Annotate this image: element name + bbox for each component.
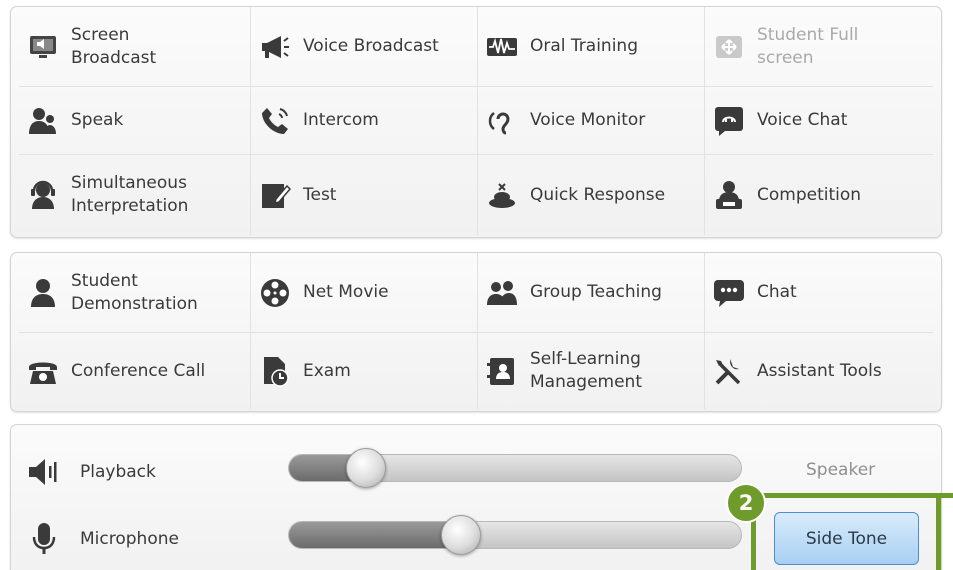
- screen-broadcast-button[interactable]: Screen Broadcast: [19, 7, 251, 87]
- voice-broadcast-button[interactable]: Voice Broadcast: [251, 7, 478, 87]
- group-teaching-label: Group Teaching: [530, 282, 662, 302]
- film-reel-icon: [257, 275, 293, 311]
- playback-slider-thumb[interactable]: [345, 448, 386, 488]
- exam-label: Exam: [303, 360, 351, 381]
- callout-line: [936, 493, 941, 570]
- group-teaching-button[interactable]: Group Teaching: [478, 253, 705, 333]
- buzzer-icon: [484, 177, 520, 213]
- net-movie-button[interactable]: Net Movie: [251, 253, 478, 333]
- conference-call-button[interactable]: Conference Call: [19, 333, 251, 409]
- contact-book-icon: [484, 353, 520, 389]
- microphone-volume-slider[interactable]: [288, 515, 742, 555]
- student-demonstration-button[interactable]: Student Demonstration: [19, 253, 251, 333]
- speak-button[interactable]: Speak: [19, 87, 251, 155]
- net-movie-label: Net Movie: [303, 282, 389, 302]
- intercom-label: Intercom: [303, 110, 379, 130]
- competition-label: Competition: [757, 184, 862, 205]
- exam-button[interactable]: Exam: [251, 333, 478, 409]
- megaphone-icon: [257, 29, 293, 65]
- callout-badge: 2: [726, 483, 766, 523]
- microphone-slider-fill: [289, 522, 461, 548]
- chat-button[interactable]: Chat: [705, 253, 933, 333]
- voice-monitor-button[interactable]: Voice Monitor: [478, 87, 705, 155]
- self-learning-management-button[interactable]: Self-Learning Management: [478, 333, 705, 409]
- speaker-label: Speaker: [806, 460, 876, 480]
- oral-training-label: Oral Training: [530, 36, 638, 56]
- self-learning-management-label: Self-Learning Management: [530, 349, 642, 392]
- telephone-icon: [25, 353, 61, 389]
- classroom-tools-panel: Screen Broadcast Voice Broadcast Oral Trai…: [10, 6, 942, 238]
- headset-person-icon: [25, 177, 61, 213]
- wrench-screwdriver-icon: [711, 353, 747, 389]
- voice-chat-label: Voice Chat: [757, 110, 848, 130]
- monitor-speaker-icon: [25, 29, 61, 65]
- microphone-row: Microphone: [24, 519, 179, 559]
- chat-bubble-icon: [711, 103, 747, 139]
- person-desk-icon: [711, 177, 747, 213]
- callout-line: [752, 493, 953, 498]
- classroom-tools-grid: Screen Broadcast Voice Broadcast Oral Trai…: [11, 7, 941, 237]
- assistant-tools-button[interactable]: Assistant Tools: [705, 333, 933, 409]
- people-icon: [25, 103, 61, 139]
- ear-icon: [484, 103, 520, 139]
- waveform-icon: [484, 29, 520, 65]
- test-button[interactable]: Test: [251, 155, 478, 235]
- screen-broadcast-label: Screen Broadcast: [71, 24, 157, 68]
- microphone-label: Microphone: [80, 529, 179, 549]
- group-icon: [484, 275, 520, 311]
- teaching-tools-grid: Student Demonstration Net Movie Group Teac…: [11, 253, 941, 411]
- assistant-tools-label: Assistant Tools: [757, 360, 882, 381]
- quick-response-button[interactable]: Quick Response: [478, 155, 705, 235]
- playback-row: Playback: [24, 452, 156, 492]
- playback-label: Playback: [80, 462, 156, 482]
- teaching-tools-panel: Student Demonstration Net Movie Group Teac…: [10, 252, 942, 412]
- microphone-slider-thumb[interactable]: [440, 515, 481, 555]
- microphone-icon: [24, 519, 64, 559]
- chat-label: Chat: [757, 282, 797, 302]
- intercom-button[interactable]: Intercom: [251, 87, 478, 155]
- speaker-icon: [24, 452, 64, 492]
- student-full-screen-button[interactable]: Student Full screen: [705, 7, 933, 87]
- student-full-screen-label: Student Full screen: [757, 24, 859, 68]
- conference-call-label: Conference Call: [71, 360, 206, 381]
- fullscreen-icon: [711, 29, 747, 65]
- speech-bubble-icon: [711, 275, 747, 311]
- voice-broadcast-label: Voice Broadcast: [303, 36, 439, 56]
- pencil-paper-icon: [257, 177, 293, 213]
- simultaneous-interpretation-label: Simultaneous Interpretation: [71, 173, 189, 216]
- person-icon: [25, 275, 61, 311]
- phone-handset-icon: [257, 103, 293, 139]
- simultaneous-interpretation-button[interactable]: Simultaneous Interpretation: [19, 155, 251, 235]
- document-clock-icon: [257, 353, 293, 389]
- playback-volume-slider[interactable]: [288, 448, 742, 488]
- competition-button[interactable]: Competition: [705, 155, 933, 235]
- side-tone-button[interactable]: Side Tone: [774, 512, 919, 565]
- voice-monitor-label: Voice Monitor: [530, 110, 646, 130]
- speak-label: Speak: [71, 110, 124, 130]
- voice-chat-button[interactable]: Voice Chat: [705, 87, 933, 155]
- quick-response-label: Quick Response: [530, 184, 666, 205]
- student-demonstration-label: Student Demonstration: [71, 270, 198, 314]
- test-label: Test: [303, 184, 337, 205]
- oral-training-button[interactable]: Oral Training: [478, 7, 705, 87]
